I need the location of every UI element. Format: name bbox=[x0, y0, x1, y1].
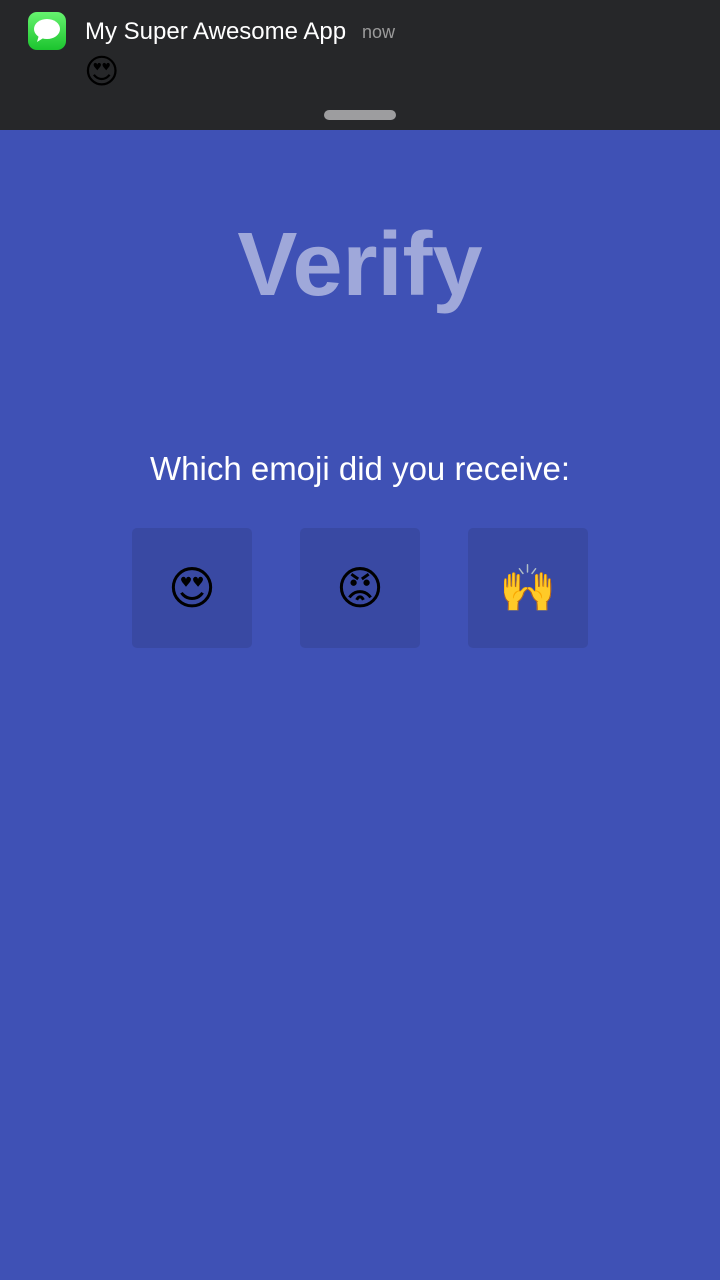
messages-icon bbox=[28, 12, 66, 50]
notification-time: now bbox=[362, 22, 396, 42]
heart-eyes-emoji-icon: 😍 bbox=[168, 562, 216, 614]
notification-body: 😍 bbox=[84, 53, 120, 91]
emoji-choice-heart-eyes[interactable]: 😍 bbox=[132, 528, 252, 648]
page-title: Verify bbox=[237, 215, 483, 315]
angry-face-emoji-icon: 😡 bbox=[336, 562, 384, 614]
emoji-choice-angry-face[interactable]: 😡 bbox=[300, 528, 420, 648]
raised-hands-emoji-icon: 🙌 bbox=[499, 562, 557, 614]
notification-banner[interactable]: My Super Awesome App now 😍 bbox=[0, 0, 720, 130]
verify-prompt: Which emoji did you receive: bbox=[149, 450, 570, 487]
notification-drag-handle[interactable] bbox=[324, 110, 396, 120]
emoji-choice-raised-hands[interactable]: 🙌 bbox=[468, 528, 588, 648]
notification-title: My Super Awesome App bbox=[85, 18, 347, 45]
